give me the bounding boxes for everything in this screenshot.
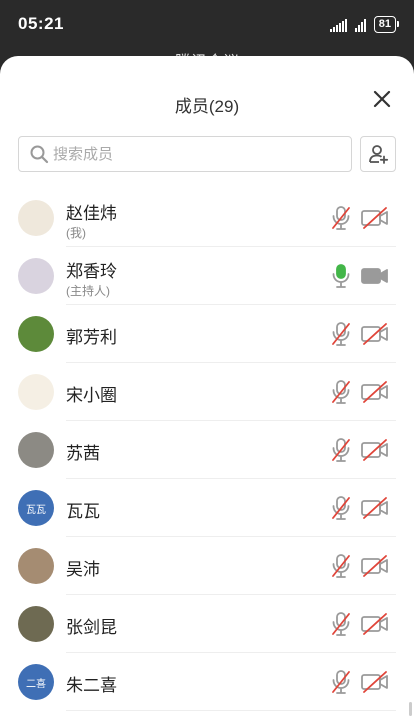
microphone-muted-icon	[332, 554, 350, 578]
member-row[interactable]: 张剑昆	[0, 595, 414, 653]
microphone-muted-icon	[332, 612, 350, 636]
member-row[interactable]: 郑香玲 (主持人)	[0, 247, 414, 305]
member-row[interactable]: 赵佳炜 (我)	[0, 189, 414, 247]
avatar	[18, 316, 54, 352]
search-row	[18, 136, 396, 172]
member-name: 张剑昆	[66, 618, 117, 637]
mic-toggle[interactable]	[330, 553, 352, 579]
mic-toggle[interactable]	[330, 437, 352, 463]
battery-icon: 81	[373, 16, 400, 33]
avatar	[18, 258, 54, 294]
microphone-muted-icon	[332, 496, 350, 520]
member-name: 宋小圈	[66, 386, 117, 405]
avatar	[18, 606, 54, 642]
camera-toggle[interactable]	[360, 322, 390, 346]
camera-toggle[interactable]	[360, 206, 390, 230]
scrollbar[interactable]	[409, 702, 412, 716]
member-name: 郑香玲	[66, 262, 117, 281]
avatar	[18, 432, 54, 468]
microphone-muted-icon	[332, 380, 350, 404]
members-sheet: 成员(29) 赵佳炜 (我) 郑香玲 (主持人) 郭芳利宋小圈苏茜瓦瓦 瓦瓦吴沛张剑昆二喜…	[0, 56, 414, 716]
battery-level: 81	[378, 18, 391, 30]
member-row[interactable]: 吴沛	[0, 537, 414, 595]
search-input[interactable]	[53, 145, 333, 163]
avatar: 二喜	[18, 664, 54, 700]
avatar	[18, 200, 54, 236]
mic-toggle[interactable]	[330, 669, 352, 695]
member-role: (主持人)	[66, 284, 110, 298]
member-name: 郭芳利	[66, 328, 117, 347]
video-camera-off-icon	[361, 613, 388, 635]
microphone-icon	[332, 264, 350, 288]
video-camera-off-icon	[361, 381, 388, 403]
member-name: 吴沛	[66, 560, 100, 579]
member-name: 赵佳炜	[66, 204, 117, 223]
microphone-muted-icon	[332, 206, 350, 230]
camera-toggle[interactable]	[360, 438, 390, 462]
status-icons: 81	[329, 16, 400, 33]
member-role: (我)	[66, 226, 86, 240]
camera-toggle[interactable]	[360, 670, 390, 694]
avatar	[18, 374, 54, 410]
video-camera-off-icon	[361, 207, 388, 229]
avatar-initials: 二喜	[26, 678, 46, 690]
member-row[interactable]: 二喜 朱二喜	[0, 653, 414, 711]
mic-toggle[interactable]	[330, 495, 352, 521]
row-divider	[66, 710, 396, 711]
member-name: 苏茜	[66, 444, 100, 463]
mic-toggle[interactable]	[330, 205, 352, 231]
mic-toggle[interactable]	[330, 379, 352, 405]
microphone-muted-icon	[332, 670, 350, 694]
member-row[interactable]: 郭芳利	[0, 305, 414, 363]
video-camera-off-icon	[361, 439, 388, 461]
camera-toggle[interactable]	[360, 496, 390, 520]
microphone-muted-icon	[332, 438, 350, 462]
mic-toggle[interactable]	[330, 321, 352, 347]
video-camera-off-icon	[361, 555, 388, 577]
status-bar: 05:21 81	[0, 0, 414, 50]
invite-member-button[interactable]	[360, 136, 396, 172]
video-camera-off-icon	[361, 671, 388, 693]
close-button[interactable]	[372, 89, 392, 109]
signal-icon	[329, 18, 347, 32]
video-camera-icon	[361, 268, 388, 284]
member-row[interactable]: 宋小圈	[0, 363, 414, 421]
sheet-header: 成员(29)	[0, 56, 414, 146]
close-icon	[373, 90, 391, 108]
camera-toggle[interactable]	[360, 612, 390, 636]
mic-toggle[interactable]	[330, 263, 352, 289]
camera-toggle[interactable]	[360, 264, 390, 288]
avatar-initials: 瓦瓦	[26, 504, 46, 516]
status-time: 05:21	[18, 14, 64, 33]
add-user-icon	[369, 145, 389, 164]
microphone-muted-icon	[332, 322, 350, 346]
member-row[interactable]: 苏茜	[0, 421, 414, 479]
video-camera-off-icon	[361, 497, 388, 519]
avatar	[18, 548, 54, 584]
camera-toggle[interactable]	[360, 380, 390, 404]
sheet-title: 成员(29)	[174, 97, 240, 116]
member-name: 瓦瓦	[66, 502, 100, 521]
camera-toggle[interactable]	[360, 554, 390, 578]
mic-toggle[interactable]	[330, 611, 352, 637]
member-list: 赵佳炜 (我) 郑香玲 (主持人) 郭芳利宋小圈苏茜瓦瓦 瓦瓦吴沛张剑昆二喜 朱二喜	[0, 189, 414, 711]
search-icon	[30, 145, 49, 164]
signal-icon-2	[354, 18, 366, 32]
avatar: 瓦瓦	[18, 490, 54, 526]
member-row[interactable]: 瓦瓦 瓦瓦	[0, 479, 414, 537]
video-camera-off-icon	[361, 323, 388, 345]
search-box[interactable]	[18, 136, 352, 172]
member-name: 朱二喜	[66, 676, 117, 695]
